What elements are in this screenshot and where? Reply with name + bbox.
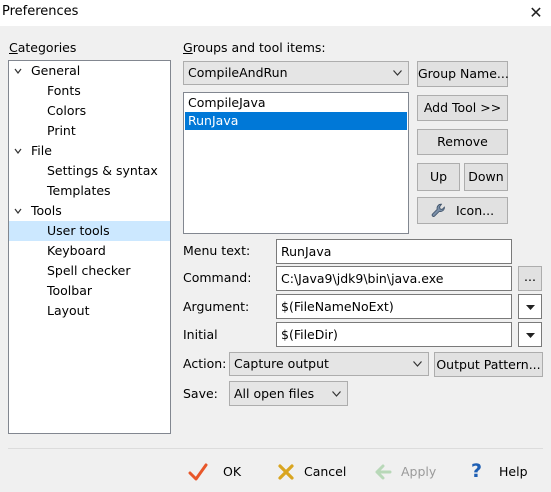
groups-label: Groups and tool items: bbox=[183, 40, 326, 55]
categories-label: Categories bbox=[9, 40, 77, 55]
browse-button-label: ... bbox=[524, 269, 536, 284]
chevron-down-icon[interactable] bbox=[14, 207, 22, 215]
tree-item-label: Settings & syntax bbox=[47, 163, 158, 178]
group-select-value: CompileAndRun bbox=[188, 65, 288, 80]
add-tool-button-label: Add Tool >> bbox=[423, 100, 502, 115]
wrench-icon bbox=[431, 203, 445, 217]
argument-label: Argument: bbox=[183, 299, 250, 314]
menu-text-input[interactable]: RunJava bbox=[276, 239, 512, 264]
command-value: C:\Java9\jdk9\bin\java.exe bbox=[281, 271, 444, 286]
tree-item-spell-checker[interactable]: Spell checker bbox=[9, 261, 170, 281]
chevron-down-icon bbox=[413, 361, 422, 367]
list-item-runjava[interactable]: RunJava bbox=[185, 112, 407, 130]
tree-item-label: User tools bbox=[47, 223, 110, 238]
up-button-label: Up bbox=[429, 169, 448, 184]
menu-text-value: RunJava bbox=[281, 244, 332, 259]
argument-dropdown-button[interactable] bbox=[518, 294, 542, 319]
footer-separator bbox=[8, 448, 543, 449]
tree-item-fonts[interactable]: Fonts bbox=[9, 81, 170, 101]
tree-item-templates[interactable]: Templates bbox=[9, 181, 170, 201]
command-input[interactable]: C:\Java9\jdk9\bin\java.exe bbox=[276, 266, 512, 291]
cancel-button[interactable]: Cancel bbox=[277, 461, 349, 485]
down-button[interactable]: Down bbox=[464, 163, 508, 191]
title-bar bbox=[0, 0, 551, 26]
tree-item-tools[interactable]: Tools bbox=[9, 201, 170, 221]
triangle-down-icon bbox=[526, 305, 535, 310]
chevron-down-icon[interactable] bbox=[14, 67, 22, 75]
tree-item-print[interactable]: Print bbox=[9, 121, 170, 141]
action-select-value: Capture output bbox=[234, 356, 329, 371]
tree-item-user-tools[interactable]: User tools bbox=[9, 221, 170, 241]
tree-item-label: Layout bbox=[47, 303, 90, 318]
tree-item-label: Spell checker bbox=[47, 263, 131, 278]
cross-icon bbox=[278, 464, 294, 480]
tree-item-label: Tools bbox=[31, 203, 62, 218]
tree-item-label: General bbox=[31, 63, 81, 78]
triangle-down-icon bbox=[526, 333, 535, 338]
output-pattern-button[interactable]: Output Pattern... bbox=[434, 352, 543, 377]
tree-item-label: Templates bbox=[47, 183, 111, 198]
down-button-label: Down bbox=[468, 169, 504, 184]
tree-item-keyboard[interactable]: Keyboard bbox=[9, 241, 170, 261]
tree-item-label: Fonts bbox=[47, 83, 81, 98]
tree-item-file[interactable]: File bbox=[9, 141, 170, 161]
tree-item-toolbar[interactable]: Toolbar bbox=[9, 281, 170, 301]
initial-dropdown-button[interactable] bbox=[518, 322, 542, 347]
action-select[interactable]: Capture output bbox=[229, 352, 429, 376]
save-label: Save: bbox=[183, 386, 218, 401]
tree-item-label: Colors bbox=[47, 103, 87, 118]
categories-tree[interactable]: General Fonts Colors Print File Settings… bbox=[8, 60, 171, 434]
icon-button-label: Icon... bbox=[456, 203, 495, 218]
tool-items-list[interactable]: CompileJava RunJava bbox=[183, 92, 409, 234]
tree-item-settings-syntax[interactable]: Settings & syntax bbox=[9, 161, 170, 181]
tree-item-label: Print bbox=[47, 123, 76, 138]
tree-item-label: File bbox=[31, 143, 52, 158]
chevron-down-icon bbox=[332, 390, 341, 397]
initial-value: $(FileDir) bbox=[281, 327, 338, 342]
tree-item-label: Keyboard bbox=[47, 243, 106, 258]
tree-item-colors[interactable]: Colors bbox=[9, 101, 170, 121]
ok-button[interactable]: OK bbox=[188, 461, 248, 485]
remove-button-label: Remove bbox=[437, 134, 488, 149]
group-name-button-label: Group Name... bbox=[418, 66, 509, 81]
save-select-value: All open files bbox=[234, 386, 315, 401]
argument-input[interactable]: $(FileNameNoExt) bbox=[276, 294, 512, 319]
menu-text-label: Menu text: bbox=[183, 243, 251, 258]
tree-item-layout[interactable]: Layout bbox=[9, 301, 170, 321]
browse-button[interactable]: ... bbox=[518, 266, 542, 291]
list-item-compilejava[interactable]: CompileJava bbox=[185, 94, 407, 112]
help-button[interactable]: ? Help bbox=[471, 460, 531, 485]
action-label: Action: bbox=[183, 356, 227, 371]
question-icon: ? bbox=[471, 460, 483, 482]
initial-input[interactable]: $(FileDir) bbox=[276, 322, 512, 347]
group-name-button[interactable]: Group Name... bbox=[417, 61, 509, 87]
checkmark-icon bbox=[188, 463, 208, 481]
tree-item-label: Toolbar bbox=[47, 283, 93, 298]
chevron-down-icon bbox=[393, 70, 402, 76]
output-pattern-button-label: Output Pattern... bbox=[436, 357, 541, 372]
arrow-left-icon bbox=[375, 464, 392, 480]
command-label: Command: bbox=[183, 270, 252, 285]
argument-value: $(FileNameNoExt) bbox=[281, 299, 394, 314]
icon-button[interactable]: Icon... bbox=[417, 197, 508, 224]
apply-button[interactable]: Apply bbox=[374, 461, 440, 485]
help-button-label: Help bbox=[499, 464, 528, 479]
remove-button[interactable]: Remove bbox=[417, 129, 508, 155]
close-icon[interactable]: ✕ bbox=[525, 2, 547, 24]
up-button[interactable]: Up bbox=[417, 163, 460, 191]
tree-item-general[interactable]: General bbox=[9, 61, 170, 81]
add-tool-button[interactable]: Add Tool >> bbox=[417, 95, 508, 121]
initial-label: Initial bbox=[183, 327, 218, 342]
cancel-button-label: Cancel bbox=[304, 464, 347, 479]
chevron-down-icon[interactable] bbox=[14, 147, 22, 155]
ok-button-label: OK bbox=[223, 464, 242, 479]
apply-button-label: Apply bbox=[401, 464, 437, 479]
save-select[interactable]: All open files bbox=[229, 381, 348, 406]
group-select[interactable]: CompileAndRun bbox=[183, 61, 409, 85]
window-title: Preferences bbox=[2, 4, 79, 19]
